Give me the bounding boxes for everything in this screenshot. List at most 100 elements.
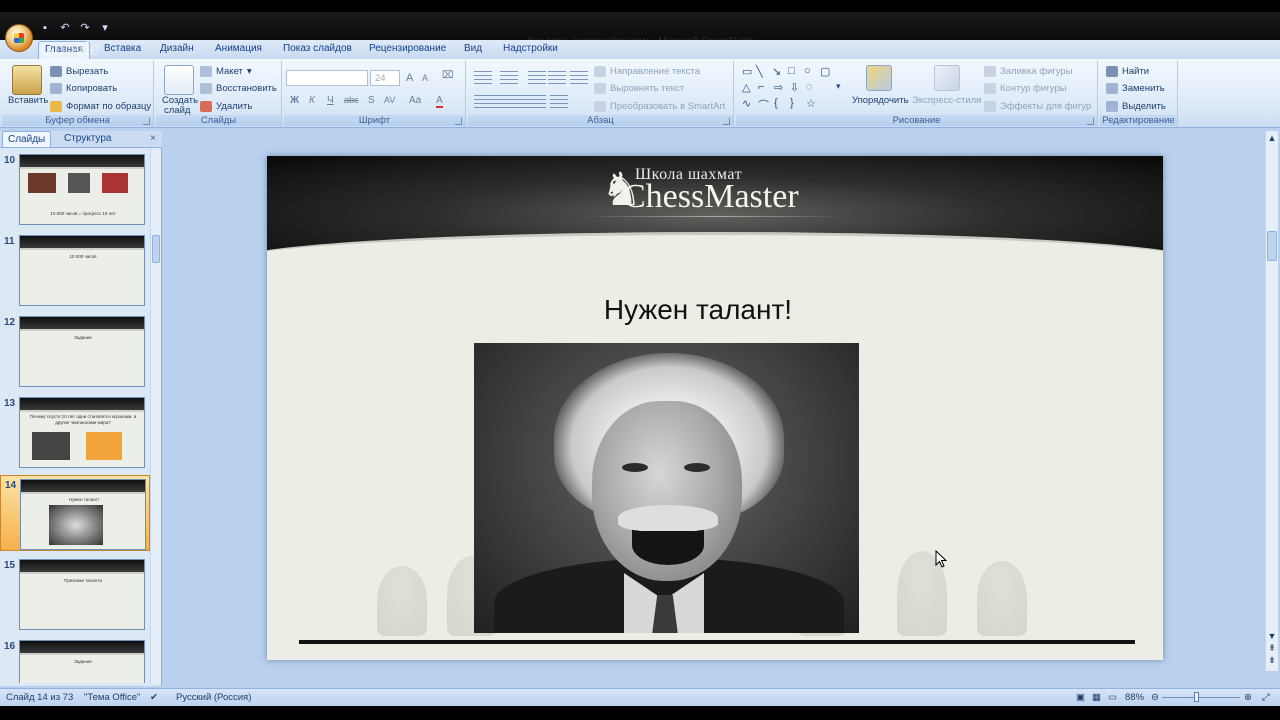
close-icon[interactable]: × [150,133,156,144]
shapes-more-icon[interactable]: ▾ [836,81,841,92]
arrange-button[interactable]: Упорядочить [852,95,909,106]
tab-addins[interactable]: Надстройки [503,43,558,54]
paste-button[interactable]: Вставить [8,95,48,106]
font-size-combo[interactable]: 24 [370,70,400,86]
strikethrough-button[interactable]: abc [344,95,359,105]
align-center-icon[interactable] [492,95,510,109]
slide-thumbnail-15[interactable]: 15 Признаки таланта [0,556,150,632]
portrait-photo[interactable] [474,343,859,633]
paragraph-launcher-icon[interactable] [723,118,730,125]
qat-customize-icon[interactable]: ▾ [98,21,112,35]
arc-shape-icon[interactable]: ⌒ [758,97,769,113]
tab-animation[interactable]: Анимация [215,43,262,54]
slide-thumbnail-14[interactable]: 14 Нужен талант! [0,475,150,551]
scroll-up-icon[interactable]: ▲ [1266,133,1278,143]
quick-styles-button[interactable]: Экспресс-стили [912,95,981,106]
previous-slide-icon[interactable]: ⇞ [1266,643,1278,654]
slide-thumbnail-10[interactable]: 10 10 000 часов = прогресс 10 лет [0,151,150,227]
office-button[interactable] [5,24,33,52]
zoom-in-icon[interactable]: ⊕ [1244,692,1252,703]
grow-font-button[interactable]: A [406,72,413,84]
shape-outline-button[interactable]: Контур фигуры [984,83,1066,94]
brace-shape-icon[interactable]: { [774,97,778,109]
spellcheck-icon[interactable]: ✔ [150,692,158,703]
justify-icon[interactable] [528,95,546,109]
tab-slideshow[interactable]: Показ слайдов [283,43,352,54]
change-case-button[interactable]: Aa [409,95,421,106]
italic-button[interactable]: К [309,95,315,106]
clipboard-launcher-icon[interactable] [143,118,150,125]
next-slide-icon[interactable]: ⇟ [1266,655,1278,666]
columns-icon[interactable] [550,95,568,109]
slide-vertical-scrollbar[interactable]: ▲ ▼ ⇞ ⇟ [1265,131,1278,671]
callout-shape-icon[interactable]: ◌ [806,81,813,93]
tab-view[interactable]: Вид [464,43,482,54]
shape-effects-button[interactable]: Эффекты для фигур [984,101,1091,112]
slideshow-view-icon[interactable]: ▭ [1108,692,1117,703]
align-text-button[interactable]: Выровнять текст [594,83,684,94]
connector-shape-icon[interactable]: ⌐ [758,81,764,93]
text-direction-button[interactable]: Направление текста [594,66,700,77]
drawing-launcher-icon[interactable] [1087,118,1094,125]
select-button[interactable]: Выделить [1106,101,1166,112]
new-slide-icon[interactable] [164,65,194,95]
bold-button[interactable]: Ж [290,95,299,106]
oval-shape-icon[interactable]: ○ [804,65,811,77]
fit-to-window-icon[interactable]: ⤢ [1262,692,1270,703]
delete-slide-button[interactable]: Удалить [200,101,252,112]
line-shape-icon[interactable]: ╲ [756,65,763,78]
format-painter-button[interactable]: Формат по образцу [50,101,151,112]
smartart-button[interactable]: Преобразовать в SmartArt [594,101,725,112]
char-spacing-button[interactable]: AV [384,95,395,105]
tab-design[interactable]: Дизайн [160,43,194,54]
layout-button[interactable]: Макет ▾ [200,66,252,77]
arrange-icon[interactable] [866,65,892,91]
redo-icon[interactable]: ↷ [78,21,92,35]
textbox-shape-icon[interactable]: ▭ [742,65,752,78]
slide-thumbnail-12[interactable]: 12 Задание [0,313,150,389]
reset-button[interactable]: Восстановить [200,83,277,94]
align-left-icon[interactable] [474,95,492,109]
zoom-level[interactable]: 88% [1125,692,1144,703]
rounded-rect-shape-icon[interactable]: ▢ [820,65,830,78]
find-button[interactable]: Найти [1106,66,1149,77]
slide-title[interactable]: Нужен талант! [267,294,1129,326]
down-arrow-shape-icon[interactable]: ⇩ [790,81,799,94]
shadow-button[interactable]: S [368,95,375,106]
star-shape-icon[interactable]: ☆ [806,97,816,110]
zoom-out-icon[interactable]: ⊖ [1151,692,1159,703]
scroll-down-icon[interactable]: ▼ [1266,631,1278,641]
slides-pane-scrollbar[interactable] [150,149,161,684]
paste-icon[interactable] [12,65,42,95]
right-arrow-shape-icon[interactable]: ⇨ [774,81,783,94]
slide-thumbnail-16[interactable]: 16 Задание [0,637,150,683]
align-right-icon[interactable] [510,95,528,109]
font-color-button[interactable]: A [436,95,443,108]
arrow-shape-icon[interactable]: ↘ [772,65,781,78]
line-spacing-icon[interactable] [570,71,588,85]
zoom-slider-knob[interactable] [1194,692,1199,702]
scrollbar-thumb[interactable] [1267,231,1277,261]
numbering-icon[interactable] [500,71,518,85]
font-launcher-icon[interactable] [455,118,462,125]
font-name-combo[interactable] [286,70,368,86]
slide-thumbnail-13[interactable]: 13 Почему спустя 10 лет одни становятся … [0,394,150,470]
tab-insert[interactable]: Вставка [104,43,141,54]
normal-view-icon[interactable]: ▣ [1076,692,1085,703]
cut-button[interactable]: Вырезать [50,66,108,77]
bullets-icon[interactable] [474,71,492,85]
replace-button[interactable]: Заменить [1106,83,1165,94]
tab-outline[interactable]: Структура [64,133,111,144]
brace-right-shape-icon[interactable]: } [790,97,794,109]
tab-slides[interactable]: Слайды [2,131,52,147]
increase-indent-icon[interactable] [548,71,566,85]
slide-canvas[interactable]: ♞ Школа шахмат ChessMaster Нужен талант! [267,156,1163,660]
sorter-view-icon[interactable]: ▦ [1092,692,1101,703]
tab-review[interactable]: Рецензирование [369,43,446,54]
triangle-shape-icon[interactable]: △ [742,81,750,94]
curve-shape-icon[interactable]: ∿ [742,97,751,110]
decrease-indent-icon[interactable] [528,71,546,85]
undo-icon[interactable]: ↶ [58,21,72,35]
rectangle-shape-icon[interactable]: □ [788,65,795,77]
shrink-font-button[interactable]: A [422,73,428,83]
